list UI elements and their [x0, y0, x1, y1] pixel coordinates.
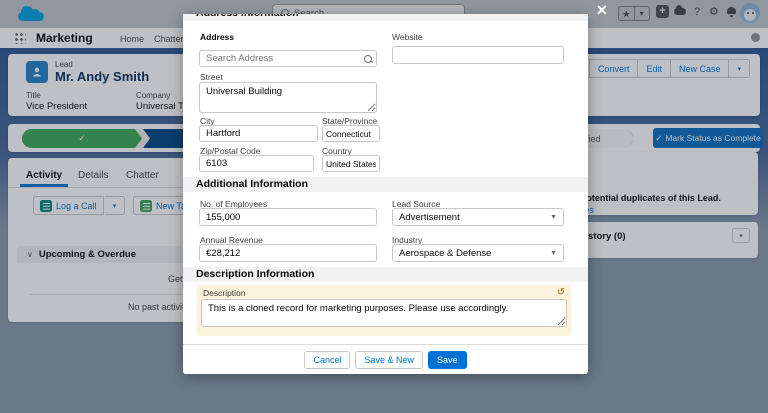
modal-footer: Cancel Save & New Save: [183, 344, 588, 374]
undo-icon[interactable]: ↺: [557, 288, 565, 298]
lead-source-value: Advertisement: [399, 212, 460, 223]
industry-value: Aerospace & Defense: [399, 248, 491, 259]
employees-input[interactable]: [199, 208, 377, 226]
country-input[interactable]: [322, 155, 380, 172]
description-textarea[interactable]: [201, 299, 567, 327]
search-address-input[interactable]: [199, 50, 377, 67]
zip-input[interactable]: [199, 155, 314, 172]
modal-close-icon[interactable]: ✕: [596, 2, 608, 19]
lead-edit-modal: Address Information Address Website Stre…: [183, 14, 588, 374]
section-additional-information: Additional Information: [183, 177, 588, 192]
chevron-down-icon: ▼: [550, 250, 557, 257]
save-and-new-button[interactable]: Save & New: [355, 351, 423, 369]
description-label: Description: [203, 288, 246, 298]
chevron-down-icon: ▼: [550, 214, 557, 221]
industry-select[interactable]: Aerospace & Defense ▼: [392, 244, 564, 262]
lead-source-select[interactable]: Advertisement ▼: [392, 208, 564, 226]
annual-revenue-input[interactable]: [199, 244, 377, 262]
description-field-edited: Description ↺: [197, 285, 571, 336]
website-input[interactable]: [392, 46, 564, 64]
address-label: Address: [200, 32, 234, 42]
website-label: Website: [392, 32, 423, 42]
street-label: Street: [200, 72, 223, 82]
modal-body: Address Information Address Website Stre…: [183, 14, 588, 344]
city-input[interactable]: [199, 125, 318, 142]
section-address-information: Address Information: [183, 14, 588, 21]
section-description-information: Description Information: [183, 267, 588, 282]
save-button[interactable]: Save: [428, 351, 467, 369]
state-input[interactable]: [322, 125, 380, 142]
street-textarea[interactable]: [199, 82, 377, 113]
salesforce-app: Search... ★ ▾ + ? ⚙ Marketing Home Chatt…: [0, 0, 768, 413]
cancel-button[interactable]: Cancel: [304, 351, 350, 369]
